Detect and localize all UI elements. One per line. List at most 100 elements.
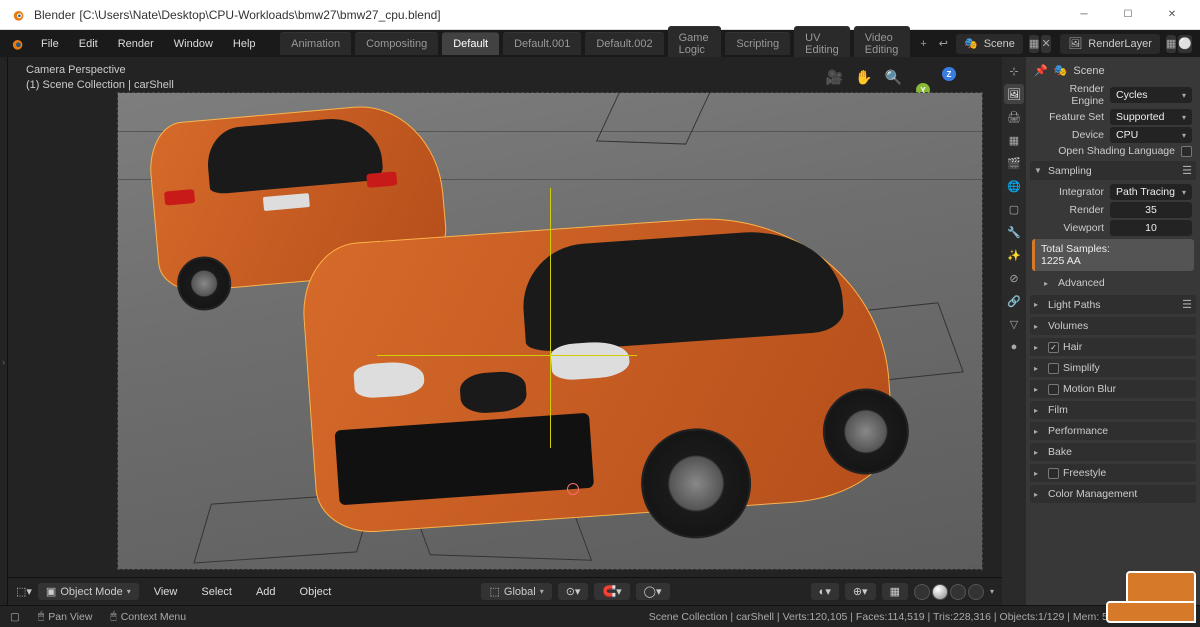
section-volumes[interactable]: ▸Volumes: [1030, 317, 1196, 335]
pivot-dropdown[interactable]: ⊙▾: [558, 583, 589, 600]
viewport-3d[interactable]: Camera Perspective (1) Scene Collection …: [8, 57, 1002, 605]
orientation-label: Global: [504, 586, 536, 598]
section-bake[interactable]: ▸Bake: [1030, 443, 1196, 461]
tab-particles[interactable]: ✨: [1004, 245, 1024, 265]
orientation-dropdown[interactable]: ⬚ Global ▾: [481, 583, 551, 600]
snap-button[interactable]: 🧲▾: [594, 583, 629, 600]
xray-toggle[interactable]: ▦: [882, 583, 908, 600]
new-scene-button[interactable]: ▦: [1029, 35, 1039, 53]
renderlayer-name: RenderLayer: [1088, 38, 1152, 50]
wireframe-shading[interactable]: [914, 584, 930, 600]
viewport-canvas[interactable]: [118, 93, 982, 569]
render-samples-input[interactable]: 35: [1110, 202, 1192, 218]
vp-menu-select[interactable]: Select: [192, 583, 241, 601]
section-lightpaths[interactable]: ▸Light Paths☰: [1030, 295, 1196, 314]
status-ctx: 🖱Context Menu: [110, 610, 186, 623]
tab-world[interactable]: 🌐: [1004, 176, 1024, 196]
menu-edit[interactable]: Edit: [70, 35, 107, 53]
workspace-tab[interactable]: Video Editing: [854, 26, 911, 61]
section-hair[interactable]: ▸Hair: [1030, 338, 1196, 356]
shading-modes: [914, 584, 984, 600]
motionblur-checkbox[interactable]: [1048, 384, 1059, 395]
section-simplify[interactable]: ▸Simplify: [1030, 359, 1196, 377]
section-film[interactable]: ▸Film: [1030, 401, 1196, 419]
workspace-tab[interactable]: Game Logic: [668, 26, 722, 61]
camera-view-icon[interactable]: 🎥: [826, 69, 843, 86]
tab-render[interactable]: 🖼: [1004, 84, 1024, 104]
section-colormgmt[interactable]: ▸Color Management: [1030, 485, 1196, 503]
section-advanced[interactable]: ▸Advanced: [1030, 274, 1196, 292]
tab-data[interactable]: ▽: [1004, 314, 1024, 334]
menu-window[interactable]: Window: [165, 35, 222, 53]
engine-dropdown[interactable]: Cycles▾: [1110, 87, 1192, 103]
workspace-add-button[interactable]: +: [912, 34, 934, 54]
collapsed-toolbar[interactable]: ›: [0, 57, 8, 605]
tab-object[interactable]: ▢: [1004, 199, 1024, 219]
overlays-toggle[interactable]: ⊕▾: [845, 583, 876, 600]
menu-help[interactable]: Help: [224, 35, 265, 53]
watermark-logo: [1104, 571, 1196, 623]
vp-menu-object[interactable]: Object: [291, 583, 341, 601]
menu-render[interactable]: Render: [109, 35, 163, 53]
preset-icon[interactable]: ☰: [1182, 164, 1192, 177]
back-icon[interactable]: ↩: [939, 37, 948, 50]
pan-icon[interactable]: ✋: [855, 69, 872, 86]
tab-physics[interactable]: ⊘: [1004, 268, 1024, 288]
proportional-button[interactable]: ◯▾: [636, 583, 670, 600]
workspace-tab[interactable]: Scripting: [725, 32, 790, 55]
new-layer-button[interactable]: ▦: [1166, 35, 1176, 53]
z-axis[interactable]: Z: [942, 67, 956, 81]
scene-selector[interactable]: 🎭 Scene: [956, 34, 1023, 54]
tab-output[interactable]: 🖨: [1004, 107, 1024, 127]
viewport-samples-input[interactable]: 10: [1110, 220, 1192, 236]
integrator-label: Integrator: [1059, 186, 1104, 198]
workspace-tab[interactable]: Default.001: [503, 32, 581, 55]
section-motionblur[interactable]: ▸Motion Blur: [1030, 380, 1196, 398]
rendered-shading[interactable]: [968, 584, 984, 600]
tab-material[interactable]: ●: [1004, 337, 1024, 357]
close-button[interactable]: ✕: [1152, 1, 1192, 29]
scene-crumb: Scene: [1073, 65, 1104, 77]
solid-shading[interactable]: [932, 584, 948, 600]
editor-type-icon[interactable]: ⬚▾: [16, 585, 32, 598]
gizmo-toggle[interactable]: ◐▾: [811, 583, 839, 600]
workspace-tab[interactable]: UV Editing: [794, 26, 850, 61]
workspace-tab[interactable]: Compositing: [355, 32, 438, 55]
tab-viewlayer[interactable]: ▦: [1004, 130, 1024, 150]
pin-icon[interactable]: 📌: [1034, 64, 1048, 77]
integrator-dropdown[interactable]: Path Tracing▾: [1110, 184, 1192, 200]
shading-options[interactable]: ▾: [990, 587, 994, 596]
renderlayer-icon: 🖼: [1068, 37, 1082, 50]
hair-checkbox[interactable]: [1048, 342, 1059, 353]
section-performance[interactable]: ▸Performance: [1030, 422, 1196, 440]
material-shading[interactable]: [950, 584, 966, 600]
section-freestyle[interactable]: ▸Freestyle: [1030, 464, 1196, 482]
tab-constraints[interactable]: 🔗: [1004, 291, 1024, 311]
filter-button[interactable]: ⚪: [1178, 35, 1192, 53]
section-sampling[interactable]: ▼Sampling ☰: [1030, 161, 1196, 180]
workspace-tab[interactable]: Default.002: [585, 32, 663, 55]
feature-dropdown[interactable]: Supported▾: [1110, 109, 1192, 125]
zoom-icon[interactable]: 🔍: [885, 69, 902, 86]
freestyle-checkbox[interactable]: [1048, 468, 1059, 479]
menu-file[interactable]: File: [32, 35, 68, 53]
blender-logo-icon[interactable]: [8, 35, 24, 53]
tab-active-tool[interactable]: ⊹: [1004, 61, 1024, 81]
tab-scene[interactable]: 🎬: [1004, 153, 1024, 173]
workspace-tab[interactable]: Default: [442, 32, 499, 55]
blender-app-icon: [8, 6, 26, 24]
simplify-checkbox[interactable]: [1048, 363, 1059, 374]
minimize-button[interactable]: ─: [1064, 1, 1104, 29]
scene-name: Scene: [984, 38, 1015, 50]
workspace-tab[interactable]: Animation: [280, 32, 351, 55]
select-box-icon[interactable]: ▢: [10, 611, 20, 623]
vp-menu-view[interactable]: View: [145, 583, 187, 601]
maximize-button[interactable]: ☐: [1108, 1, 1148, 29]
renderlayer-selector[interactable]: 🖼 RenderLayer: [1060, 34, 1160, 54]
vp-menu-add[interactable]: Add: [247, 583, 285, 601]
device-dropdown[interactable]: CPU▾: [1110, 127, 1192, 143]
tab-modifiers[interactable]: 🔧: [1004, 222, 1024, 242]
delete-scene-button[interactable]: ✕: [1041, 35, 1051, 53]
osl-checkbox[interactable]: [1181, 146, 1192, 157]
mode-dropdown[interactable]: ▣ Object Mode ▾: [38, 583, 139, 600]
